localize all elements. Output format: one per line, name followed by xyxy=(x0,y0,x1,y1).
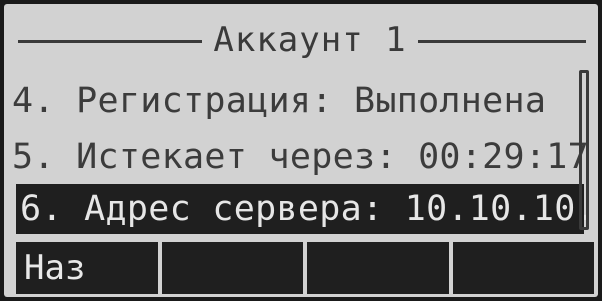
list-item-expires[interactable]: 5. Истекает через: 00:29:17 xyxy=(12,131,589,183)
softkey-2-button[interactable] xyxy=(161,242,303,294)
list-item-server-address[interactable]: 6. Адрес сервера: 10.10.10.1 xyxy=(16,184,598,234)
softkey-back-button[interactable]: Наз xyxy=(16,242,158,294)
softkey-3-button[interactable] xyxy=(307,242,449,294)
softkey-bar: Наз xyxy=(16,242,594,294)
title-divider-left xyxy=(18,40,202,43)
softkey-4-button[interactable] xyxy=(452,242,594,294)
list-item-registration[interactable]: 4. Регистрация: Выполнена xyxy=(12,75,572,127)
title-divider-right xyxy=(418,40,586,43)
lcd-screen: Аккаунт 1 4. Регистрация: Выполнена 5. И… xyxy=(4,4,598,297)
title-row: Аккаунт 1 xyxy=(4,14,598,66)
scrollbar[interactable] xyxy=(579,70,589,230)
page-title: Аккаунт 1 xyxy=(213,20,407,60)
